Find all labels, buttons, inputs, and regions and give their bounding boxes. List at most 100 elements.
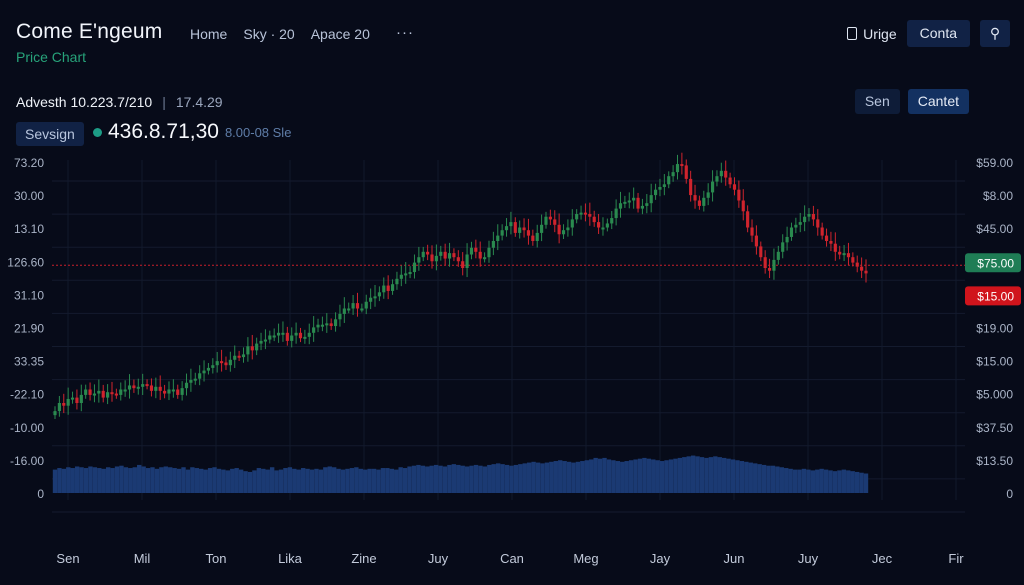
volume-bar [340,469,346,493]
candle-body [820,227,824,236]
candle-body [605,223,609,228]
volume-bar [305,468,310,493]
candle-body [228,359,232,366]
left-tick-label: 0 [37,487,44,501]
volume-bar [668,459,674,493]
candle-body [373,296,377,299]
volume-bar [70,468,75,493]
candle-body [566,227,570,231]
candle-body [272,335,276,338]
candle-body [79,394,83,403]
nav-apace[interactable]: Apace 20 [311,26,370,42]
left-axis: 73.20 30.00 13.10 126.60 31.10 21.90 33.35 -22.… [7,156,44,501]
volume-bar [287,467,293,493]
more-menu-button[interactable]: ··· [396,24,414,41]
candle-body [614,208,618,219]
candle-body [382,285,386,293]
volume-bar [863,473,869,493]
volume-bar [394,469,399,493]
volume-bar [810,470,816,493]
left-tick-label: -10.00 [10,421,44,435]
candle-body [732,184,737,190]
candle-body [263,339,267,342]
volume-bar [757,464,762,493]
contact-button[interactable]: Conta [906,20,970,47]
pin-icon[interactable]: ⚲ [980,20,1010,47]
nav-home[interactable]: Home [190,26,227,42]
candle-body [518,227,522,233]
volume-bar [677,457,683,493]
candle-body [526,230,531,236]
candle-body [781,242,785,252]
volume-bar [110,468,115,493]
candle-body [675,164,680,173]
price-badge-label: $15.00 [977,289,1014,303]
candle-body [763,257,767,268]
volume-bar [278,469,284,493]
right-tick-label: $15.00 [976,355,1013,369]
volume-bar [575,461,581,493]
candle-body [237,355,241,358]
volume-bar [137,464,142,493]
candle-body [176,389,180,395]
candle-body [496,235,500,241]
volume-bar [74,466,80,493]
candle-body [715,176,719,182]
candle-body [342,308,346,314]
candle-body [215,361,219,366]
candle-body [794,224,798,228]
price-chart[interactable]: 73.20 30.00 13.10 126.60 31.10 21.90 33.35 -22.… [0,0,1024,585]
action-buttons: Sen Cantet [854,89,969,114]
candle-body [627,200,631,203]
volume-bar [637,458,643,493]
candle-body [198,373,202,379]
volume-bar [336,468,341,493]
volume-bar [708,457,714,493]
sen-button[interactable]: Sen [854,89,900,114]
cantet-button[interactable]: Cantet [907,89,969,114]
candle-body [592,216,596,223]
candle-body [724,170,728,178]
volume-bar [456,464,461,493]
volume-bar [553,461,558,493]
volume-bar [451,464,457,493]
nav-sky-dropdown[interactable]: Sky · 20 [243,26,294,42]
volume-bar [766,465,771,493]
volume-bar [176,468,182,493]
candle-body [92,393,97,396]
candle-body [101,390,105,398]
signal-tag[interactable]: Sevsign [16,122,84,146]
volume-bar [385,468,390,493]
x-tick-label: Juy [798,551,819,566]
candle-body [145,384,149,387]
candle-body [741,200,745,212]
price-badge-label: $75.00 [977,256,1014,270]
candle-body [658,187,662,190]
volume-bar [429,465,434,493]
user-link[interactable]: Urige [847,26,897,42]
volume-bar [770,465,776,493]
left-tick-label: 31.10 [14,288,44,302]
volume-bar [828,470,833,493]
volume-bar [841,469,847,493]
candle-body [390,284,395,291]
right-axis: $59.00 $8.00 $45.00 $75.00 $15.00 $19.00 $15.0… [965,156,1021,501]
candle-body [855,262,859,267]
volume-bar [748,462,753,493]
volume-bar [717,457,722,493]
volume-bar [611,460,616,493]
candle-body [557,224,561,235]
candle-body [710,181,715,193]
candle-body [110,392,114,395]
volume-bar [469,465,474,493]
volume-bar [234,468,239,493]
volume-bar [398,467,403,493]
candle-body [561,230,566,235]
volume-bar [513,464,519,493]
volume-bar [101,468,106,493]
volume-bar [243,471,248,493]
candlesticks[interactable] [53,152,868,420]
volume-bar [274,470,279,493]
volume-bar [775,466,780,493]
volume-bar [739,461,745,493]
